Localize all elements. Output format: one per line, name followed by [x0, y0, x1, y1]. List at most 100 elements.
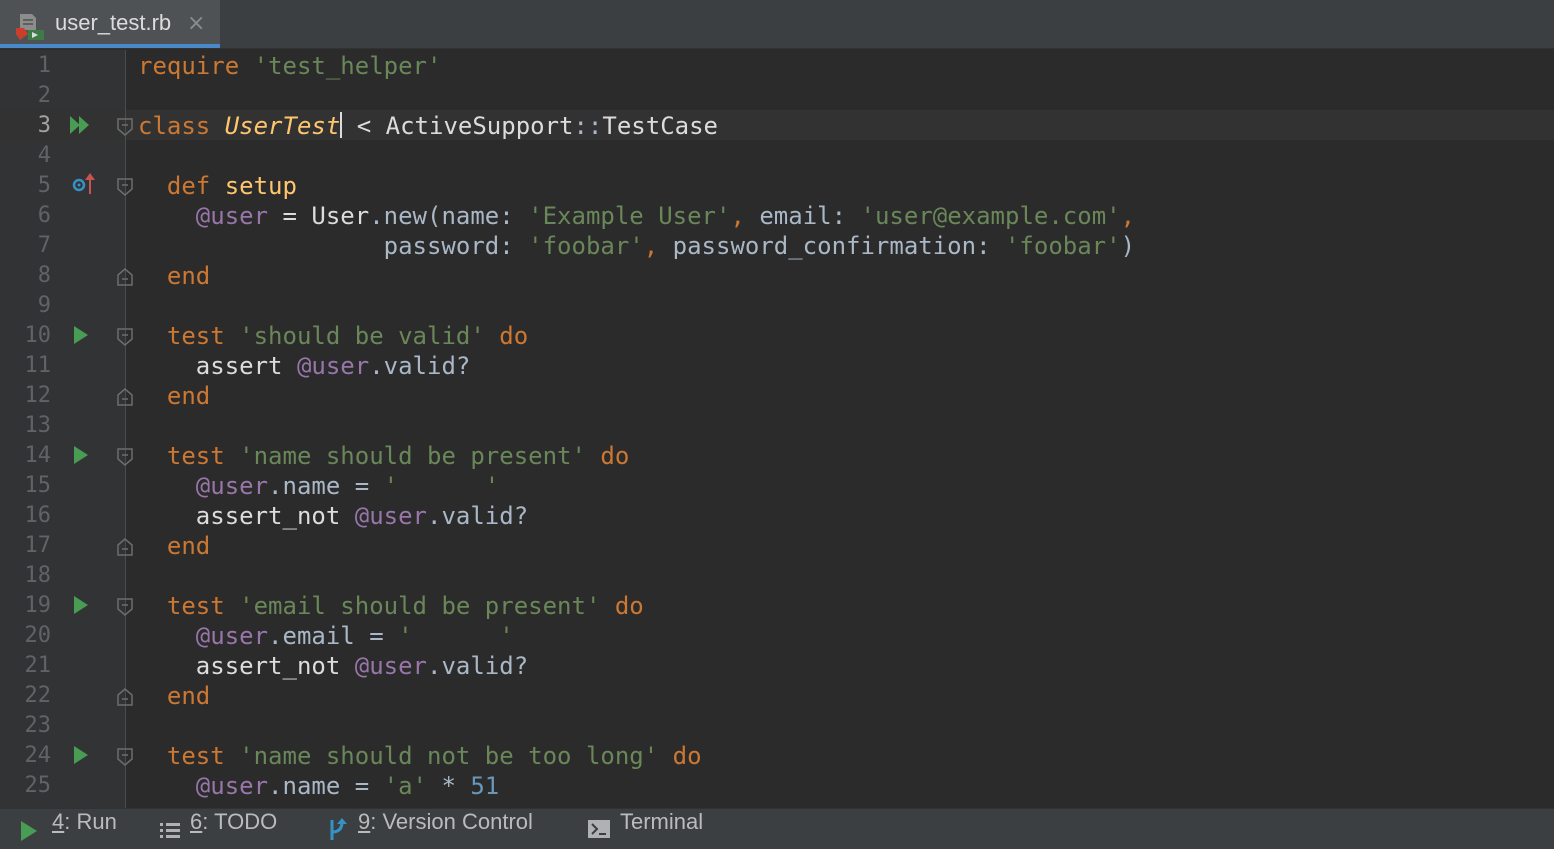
code-token: * — [427, 772, 471, 800]
code-line[interactable]: test 'should be valid' do — [138, 321, 528, 351]
code-line[interactable]: test 'name should not be too long' do — [138, 741, 702, 771]
code-token: do — [600, 592, 644, 620]
code-line[interactable]: require 'test_helper' — [138, 51, 441, 81]
code-line[interactable]: test 'name should be present' do — [138, 441, 629, 471]
code-token: test — [166, 592, 240, 620]
code-token: setup — [224, 172, 297, 200]
line-number: 8 — [37, 263, 51, 288]
code-line[interactable]: def setup — [138, 171, 297, 201]
code-line[interactable]: @user.email = ' ' — [138, 621, 514, 651]
fold-open-icon[interactable] — [117, 118, 133, 136]
code-token: 'user@example.com' — [860, 202, 1121, 230]
code-token: < ActiveSupport — [342, 112, 574, 140]
code-editor[interactable] — [126, 50, 1554, 808]
line-number: 19 — [24, 593, 52, 618]
line-number: 4 — [37, 143, 51, 168]
run-shortcut: 4 — [52, 809, 65, 834]
line-number: 12 — [24, 383, 52, 408]
code-token: @user — [195, 772, 269, 800]
code-line[interactable]: class UserTest < ActiveSupport::TestCase — [138, 111, 718, 141]
code-line[interactable]: test 'email should be present' do — [138, 591, 644, 621]
line-number: 24 — [24, 743, 52, 768]
version-control-icon — [330, 818, 347, 840]
fold-close-icon[interactable] — [117, 538, 133, 556]
run-test-icon[interactable] — [74, 446, 90, 464]
code-line[interactable]: end — [138, 261, 210, 291]
fold-open-icon[interactable] — [117, 748, 133, 766]
code-line[interactable]: assert @user.valid? — [138, 351, 471, 381]
code-line[interactable]: @user = User.new(name: 'Example User', e… — [138, 201, 1135, 231]
code-token: .email = — [268, 622, 399, 650]
code-token: .new(name: — [369, 202, 529, 230]
code-token: do — [585, 442, 630, 470]
code-line[interactable]: end — [138, 681, 210, 711]
line-number: 2 — [37, 83, 51, 108]
code-token: ' ' — [383, 472, 500, 500]
code-token: assert_not — [195, 652, 355, 680]
run-label: : Run — [64, 809, 117, 834]
code-token: def — [166, 172, 225, 200]
code-token: 'foobar' — [528, 232, 644, 260]
terminal-icon — [588, 820, 610, 838]
fold-open-icon[interactable] — [117, 328, 133, 346]
close-icon[interactable]: × — [187, 11, 205, 36]
code-line[interactable]: @user.name = 'a' * 51 — [138, 771, 499, 801]
code-token: @user — [354, 652, 427, 680]
code-token: test — [166, 442, 240, 470]
code-token: do — [658, 742, 702, 770]
code-line[interactable]: password: 'foobar', password_confirmatio… — [138, 231, 1135, 261]
line-number: 11 — [24, 353, 52, 378]
line-number: 18 — [24, 563, 52, 588]
override-method-icon[interactable] — [72, 172, 96, 196]
run-test-icon[interactable] — [74, 326, 90, 344]
code-token: email: — [759, 202, 861, 230]
ruby-test-file-icon — [16, 14, 44, 40]
code-line[interactable]: assert_not @user.valid? — [138, 651, 528, 681]
fold-close-icon[interactable] — [117, 388, 133, 406]
vcs-label: : Version Control — [370, 809, 533, 834]
code-token: @user — [195, 622, 269, 650]
code-line[interactable]: end — [138, 531, 210, 561]
code-token: require — [138, 52, 254, 80]
run-test-icon[interactable] — [74, 746, 90, 764]
line-number: 13 — [24, 413, 52, 438]
line-number: 10 — [24, 323, 52, 348]
fold-close-icon[interactable] — [117, 268, 133, 286]
vcs-shortcut: 9 — [358, 809, 371, 834]
code-token: end — [166, 262, 211, 290]
fold-open-icon[interactable] — [117, 448, 133, 466]
code-line[interactable]: assert_not @user.valid? — [138, 501, 528, 531]
line-number: 15 — [24, 473, 52, 498]
code-line[interactable]: @user.name = ' ' — [138, 471, 499, 501]
run-all-tests-icon[interactable] — [70, 116, 92, 134]
run-icon — [21, 821, 37, 841]
code-token: 'name should not be too long' — [239, 742, 659, 770]
code-token: , — [643, 232, 673, 260]
fold-open-icon[interactable] — [117, 598, 133, 616]
code-line[interactable]: end — [138, 381, 210, 411]
tab-user-test-rb[interactable]: user_test.rb × — [0, 0, 220, 48]
code-token: ' ' — [398, 622, 514, 650]
line-number: 14 — [24, 443, 52, 468]
code-token: assert_not — [195, 502, 355, 530]
code-token: 51 — [470, 772, 500, 800]
code-token: class — [138, 112, 225, 140]
fold-close-icon[interactable] — [117, 688, 133, 706]
todo-label: : TODO — [202, 809, 278, 834]
line-number: 6 — [37, 203, 51, 228]
run-test-icon[interactable] — [74, 596, 90, 614]
code-token: @user — [296, 352, 370, 380]
code-token: 'name should be present' — [239, 442, 586, 470]
code-token: TestCase — [602, 112, 718, 140]
code-token: .valid? — [427, 652, 529, 680]
fold-open-icon[interactable] — [117, 178, 133, 196]
